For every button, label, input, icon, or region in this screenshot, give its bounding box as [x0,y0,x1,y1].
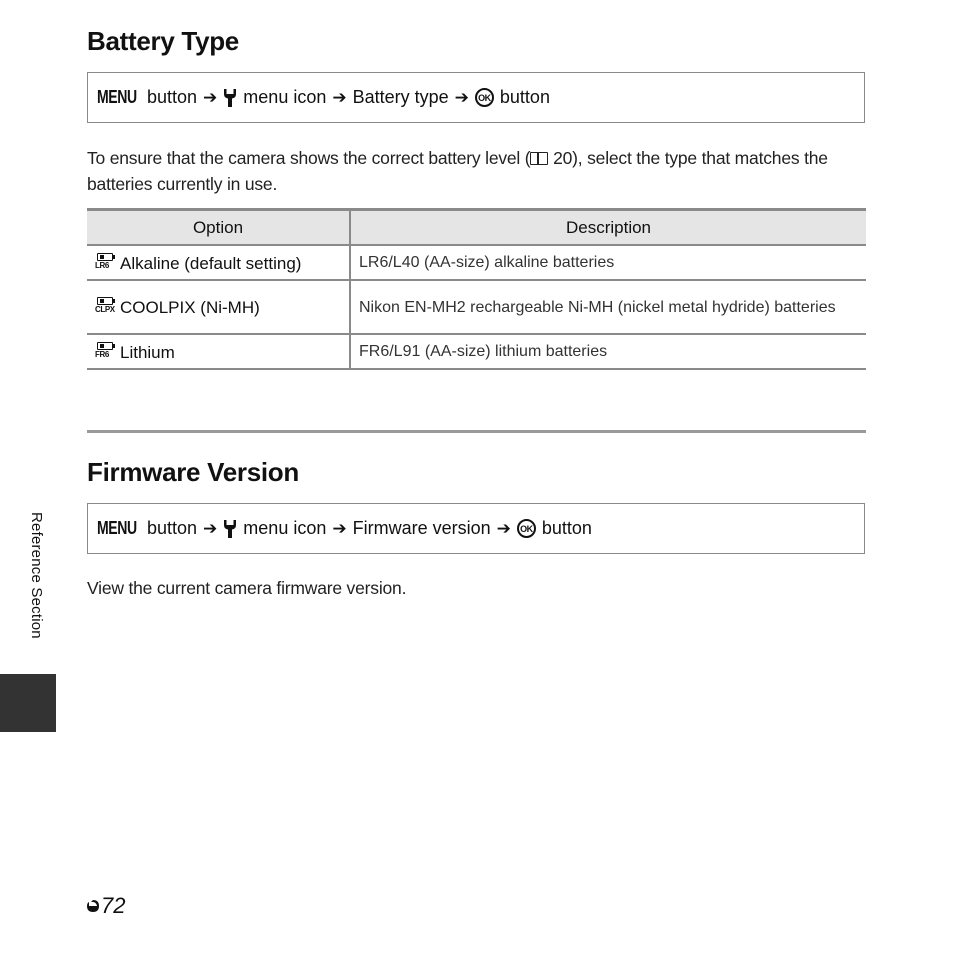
book-reference-icon [530,152,549,165]
table-row: FR6 Lithium FR6/L91 (AA-size) lithium bat… [87,334,866,370]
table-row: LR6 Alkaline (default setting) LR6/L40 (A… [87,245,866,281]
firmware-version-body: View the current camera firmware version… [87,578,407,598]
reference-page-link[interactable]: 20 [553,148,572,168]
arrow-icon: ➔ [454,87,469,107]
option-cell: LR6 Alkaline (default setting) [87,245,351,281]
battery-lr6-icon: LR6 [95,252,115,272]
arrow-icon: ➔ [203,87,218,107]
description-cell: LR6/L40 (AA-size) alkaline batteries [350,245,866,281]
page-number-value: 72 [101,893,126,918]
option-label: Lithium [120,342,175,362]
section-side-tab [0,674,56,732]
header-option: Option [87,208,351,246]
wrench-icon [224,88,237,107]
path-step: button [147,87,198,107]
battery-fr6-icon: FR6 [95,341,115,361]
path-step: button [147,518,198,538]
wrench-icon [224,519,237,538]
path-step: button [541,518,592,538]
intro-text: To ensure that the camera shows the corr… [87,148,531,168]
description-cell: Nikon EN-MH2 rechargeable Ni-MH (nickel … [350,280,866,335]
table-row: CLPX COOLPIX (Ni-MH) Nikon EN-MH2 recharg… [87,280,866,335]
menu-button-label: MENU [97,518,137,538]
menu-button-label: MENU [97,87,137,107]
path-step: Battery type [352,87,449,107]
page-number: 72 [86,893,125,919]
arrow-icon: ➔ [332,518,347,538]
battery-type-intro: To ensure that the camera shows the corr… [87,145,847,197]
section-divider [87,430,866,433]
arrow-icon: ➔ [496,518,511,538]
battery-clpx-icon: CLPX [95,296,115,316]
ok-button-icon: OK [516,519,536,538]
battery-type-menu-path: MENU button ➔ menu icon ➔ Battery type ➔… [87,72,865,123]
table-header-row: Option Description [87,208,866,246]
path-step: menu icon [243,87,327,107]
section-side-label: Reference Section [28,512,45,639]
reference-section-icon [87,900,99,912]
option-cell: FR6 Lithium [87,334,351,370]
path-step: menu icon [243,518,327,538]
firmware-version-heading: Firmware Version [87,457,299,487]
description-cell: FR6/L91 (AA-size) lithium batteries [350,334,866,370]
ok-button-icon: OK [474,88,494,107]
option-cell: CLPX COOLPIX (Ni-MH) [87,280,351,335]
arrow-icon: ➔ [203,518,218,538]
firmware-version-menu-path: MENU button ➔ menu icon ➔ Firmware versi… [87,503,865,554]
option-label: COOLPIX (Ni-MH) [120,298,260,317]
battery-type-heading: Battery Type [87,26,239,56]
path-step: Firmware version [352,518,491,538]
battery-type-table: Option Description LR6 Alkaline (default … [87,208,866,370]
arrow-icon: ➔ [332,87,347,107]
option-label: Alkaline (default setting) [120,253,302,273]
path-step: button [499,87,550,107]
header-description: Description [350,208,866,246]
